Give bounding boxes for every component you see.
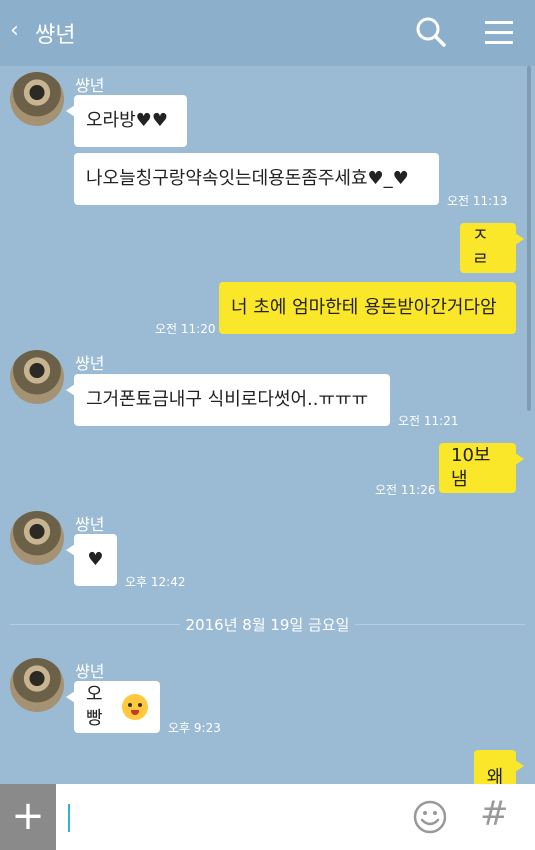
sender-name: 썅년 bbox=[75, 76, 105, 95]
message-text: ㅈㄹ bbox=[472, 225, 489, 270]
message-time: 오전 11:13 bbox=[447, 194, 508, 208]
sender-name: 썅년 bbox=[75, 354, 105, 373]
date-divider: 2016년 8월 19일 금요일 bbox=[180, 614, 355, 635]
menu-icon[interactable] bbox=[485, 20, 513, 44]
message-text: 나오늘칭구랑약속잇는데용돈좀주세효♥_♥ bbox=[86, 168, 409, 189]
my-message-bubble[interactable]: 10보냄 bbox=[439, 443, 524, 493]
sender-name: 썅년 bbox=[75, 515, 105, 534]
message-input[interactable] bbox=[66, 798, 386, 836]
message-time: 오전 11:26 bbox=[375, 483, 436, 497]
message-text: 오빵 bbox=[86, 684, 103, 729]
message-composer: + # bbox=[0, 784, 535, 850]
message-bubble[interactable]: 오라방♥♥ bbox=[66, 95, 187, 147]
message-bubble[interactable]: ♥ bbox=[66, 534, 117, 586]
message-time: 오후 12:42 bbox=[125, 575, 186, 589]
message-text: 10보냄 bbox=[451, 445, 491, 490]
message-text: 너 초에 엄마한테 용돈받아간거다암 bbox=[231, 297, 497, 318]
message-bubble[interactable]: 오빵 bbox=[66, 681, 160, 733]
hashtag-icon[interactable]: # bbox=[480, 794, 509, 834]
message-time: 오전 11:20 bbox=[155, 322, 216, 336]
message-text: 그거폰툐금내구 식비로다썻어..ㅠㅠㅠ bbox=[86, 389, 369, 410]
emoticon-icon[interactable] bbox=[413, 800, 447, 834]
chat-title: 썅년 bbox=[35, 23, 76, 48]
search-icon[interactable] bbox=[415, 16, 447, 48]
message-time: 오후 9:23 bbox=[168, 721, 221, 735]
avatar[interactable] bbox=[10, 350, 64, 404]
my-message-bubble[interactable]: 너 초에 엄마한테 용돈받아간거다암 bbox=[219, 282, 516, 334]
message-bubble[interactable]: 나오늘칭구랑약속잇는데용돈좀주세효♥_♥ bbox=[74, 153, 439, 205]
chat-header: ‹ 썅년 bbox=[0, 0, 535, 66]
avatar[interactable] bbox=[10, 511, 64, 565]
scrollbar[interactable] bbox=[527, 66, 531, 411]
plus-button[interactable]: + bbox=[0, 784, 56, 850]
message-time: 오전 11:21 bbox=[398, 414, 459, 428]
message-bubble[interactable]: 그거폰툐금내구 식비로다썻어..ㅠㅠㅠ bbox=[66, 374, 390, 426]
message-text: ♥ bbox=[87, 549, 104, 570]
message-text: 오라방♥♥ bbox=[86, 110, 168, 131]
text-cursor bbox=[68, 804, 70, 832]
my-message-bubble[interactable]: ㅈㄹ bbox=[460, 223, 524, 273]
chevron-left-icon[interactable]: ‹ bbox=[10, 18, 19, 43]
avatar[interactable] bbox=[10, 658, 64, 712]
sender-name: 썅년 bbox=[75, 662, 105, 681]
crying-face-emoji bbox=[122, 694, 148, 720]
avatar[interactable] bbox=[10, 72, 64, 126]
